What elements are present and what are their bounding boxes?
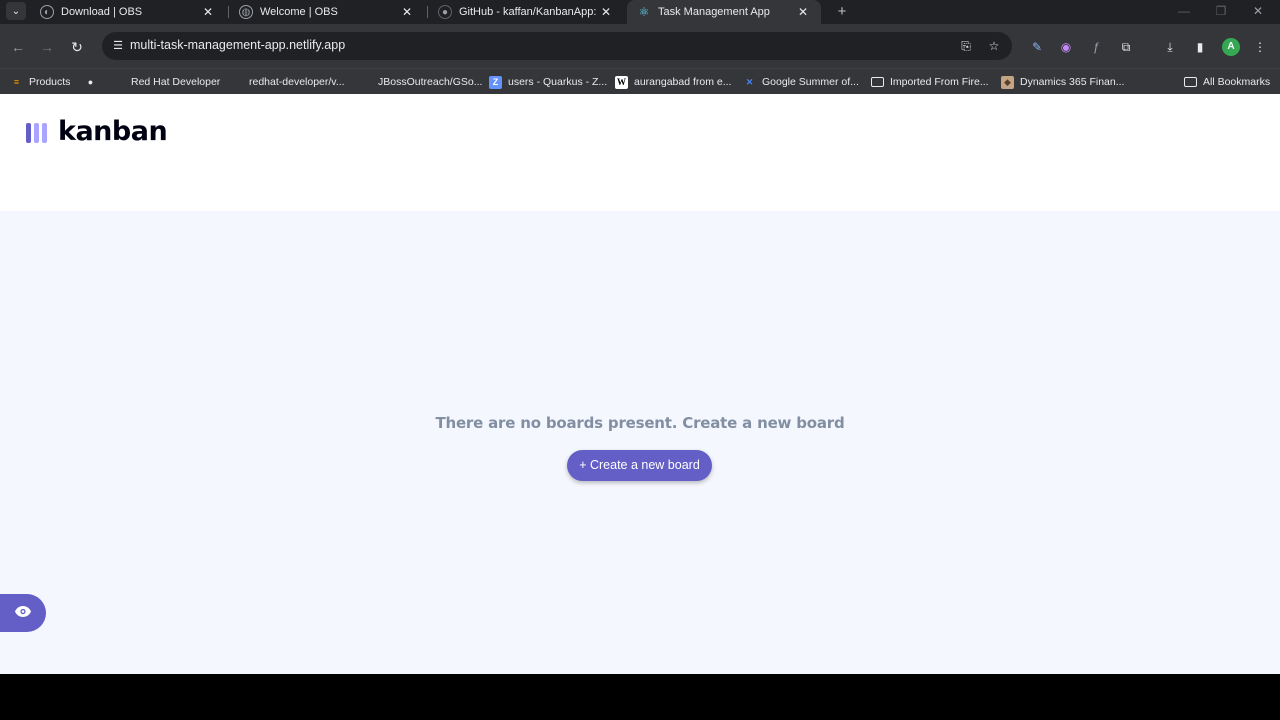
bookmarks-bar: ≡ Products ● ● Red Hat Developer ● redha… [0,68,1280,94]
bookmark-all-bookmarks[interactable]: All Bookmarks [1184,73,1270,91]
site-info-icon[interactable]: ☰ [110,38,126,54]
dynamics-icon: ◆ [1001,75,1014,89]
tab-title: Download | OBS [61,6,143,18]
bookmark-label: Google Summer of... [762,76,859,88]
close-icon[interactable]: ✕ [399,5,415,19]
bookmark-label: All Bookmarks [1203,76,1271,88]
obs-icon: ◐ [40,5,54,19]
tab-title: Welcome | OBS [260,6,338,18]
browser-toolbar: ← → ↻ ☰ multi-task-management-app.netlif… [0,24,1280,68]
tab-download-obs[interactable]: ◐ Download | OBS ✕ [30,0,226,24]
bookmark-red-hat-developer[interactable]: ● Red Hat Developer [112,73,221,91]
minimize-icon[interactable]: — [1166,0,1202,24]
zulip-icon: Z [489,75,502,89]
github-icon: ● [362,77,369,87]
bookmark-jbossoutreach[interactable]: ● JBossOutreach/GSo... [359,73,483,91]
bookmark-google-summer[interactable]: ✕ Google Summer of... [743,73,859,91]
side-panel-icon[interactable]: ▮ [1191,38,1209,56]
wikipedia-icon: W [615,75,628,89]
globe-icon: ◍ [239,5,253,19]
folder-icon [871,77,884,87]
tab-strip: ⌄ ◐ Download | OBS ✕ ◍ Welcome | OBS ✕ ●… [0,0,1280,24]
tab-task-management-app[interactable]: ⚛ Task Management App ✕ [627,0,821,24]
install-app-icon[interactable]: ⎘ [958,38,974,54]
gsoc-icon: ✕ [745,76,754,87]
bookmark-label: redhat-developer/v... [249,76,345,88]
bookmark-label: users - Quarkus - Z... [508,76,608,88]
extensions-icon[interactable]: ⧉ [1117,38,1135,56]
react-icon: ⚛ [638,5,650,19]
bookmark-unnamed[interactable]: ● [84,73,103,91]
tab-search-button[interactable]: ⌄ [6,2,26,20]
app-header: kanban [0,94,1280,211]
github-icon: ● [233,77,240,87]
logo-bar [26,123,31,143]
show-sidebar-button[interactable] [0,594,46,632]
empty-state-message: There are no boards present. Create a ne… [435,414,845,432]
screen-bottom-black-bar [0,674,1280,720]
github-icon: ● [438,5,452,19]
window-close-icon[interactable]: ✕ [1240,0,1276,24]
bookmark-dynamics-365[interactable]: ◆ Dynamics 365 Finan... [1001,73,1124,91]
formula-extension-icon[interactable]: ƒ [1087,38,1105,56]
close-icon[interactable]: ✕ [598,5,614,19]
bookmark-label: aurangabad from e... [634,76,732,88]
bookmark-imported-from-firefox[interactable]: Imported From Fire... [871,73,989,91]
browser-chrome: ⌄ ◐ Download | OBS ✕ ◍ Welcome | OBS ✕ ●… [0,0,1280,94]
eye-icon [15,604,31,622]
address-bar[interactable]: ☰ multi-task-management-app.netlify.app … [102,32,1012,60]
bookmark-products[interactable]: ≡ Products [10,73,71,91]
logo-text: kanban [58,116,168,147]
pen-extension-icon[interactable]: ✎ [1028,38,1046,56]
logo-bar [34,123,39,143]
close-icon[interactable]: ✕ [795,5,811,19]
products-icon: ≡ [13,77,20,87]
bookmark-redhat-developer-repo[interactable]: ● redhat-developer/v... [230,73,345,91]
create-board-button[interactable]: + Create a new board [567,450,712,481]
app-page: kanban There are no boards present. Crea… [0,94,1280,674]
bookmark-aurangabad[interactable]: W aurangabad from e... [615,73,731,91]
bookmark-users-quarkus[interactable]: Z users - Quarkus - Z... [489,73,607,91]
bookmark-label: Dynamics 365 Finan... [1020,76,1125,88]
tab-title: Task Management App [658,6,770,18]
maximize-icon[interactable]: ❐ [1203,0,1239,24]
kanban-logo-icon [26,123,48,143]
bookmark-label: Red Hat Developer [131,76,221,88]
tab-welcome-obs[interactable]: ◍ Welcome | OBS ✕ [229,0,425,24]
download-icon[interactable]: ⤓ [1161,38,1179,56]
bookmark-label: Products [29,76,71,88]
forward-icon[interactable]: → [36,36,58,58]
redhat-icon: ● [115,77,122,87]
folder-icon [1184,77,1197,87]
tab-title: GitHub - kaffan/KanbanApp: Th [459,6,598,18]
bookmark-dot-icon: ● [87,77,94,87]
reload-icon[interactable]: ↻ [66,36,88,58]
bookmark-star-icon[interactable]: ☆ [986,38,1002,54]
bookmark-label: JBossOutreach/GSo... [378,76,483,88]
url-text: multi-task-management-app.netlify.app [130,38,346,52]
close-icon[interactable]: ✕ [200,5,216,19]
profile-avatar[interactable]: A [1222,38,1240,56]
extension-purple-icon[interactable]: ◉ [1057,38,1075,56]
tab-github-kanbanapp[interactable]: ● GitHub - kaffan/KanbanApp: Th ✕ [428,0,624,24]
logo-bar [42,123,47,143]
bookmark-label: Imported From Fire... [890,76,989,88]
back-icon[interactable]: ← [7,36,29,58]
new-tab-button[interactable]: + [832,2,852,22]
menu-icon[interactable]: ⋮ [1251,38,1269,56]
